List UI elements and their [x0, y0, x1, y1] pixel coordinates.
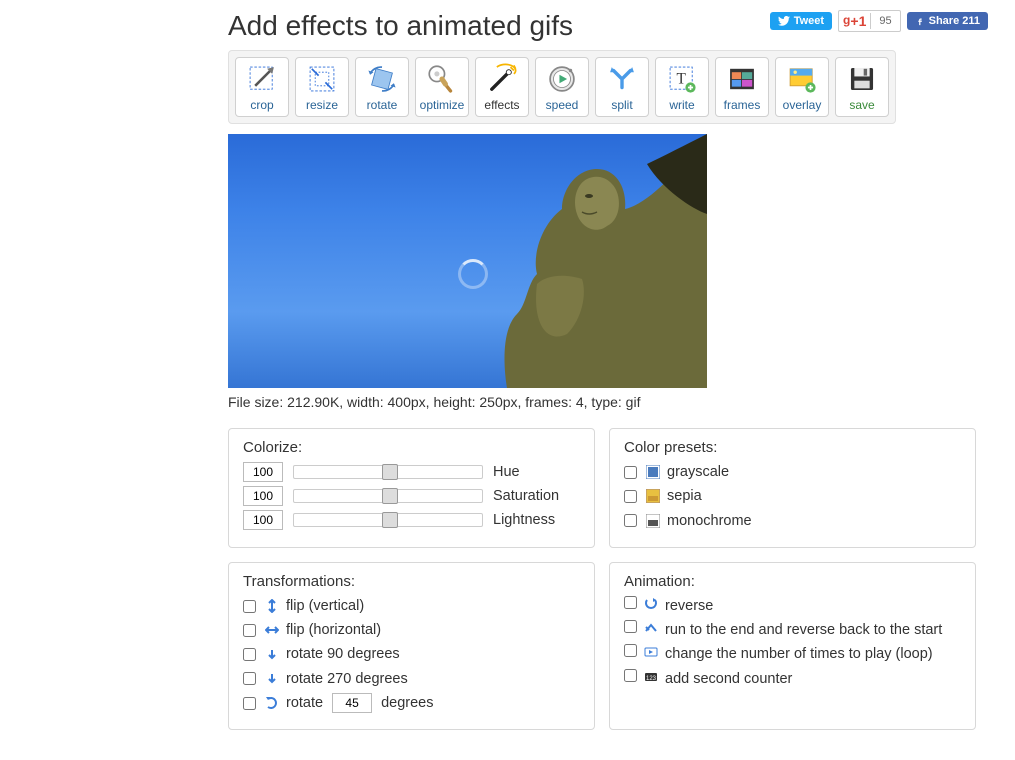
monochrome-checkbox[interactable] — [624, 514, 637, 527]
grayscale-icon — [645, 464, 661, 480]
animation-title: Animation: — [624, 573, 961, 590]
counter-icon: 123 — [643, 669, 659, 685]
loading-spinner — [458, 259, 488, 289]
reverse-icon — [643, 596, 659, 612]
counter-label: add second counter — [665, 669, 961, 689]
lightness-label: Lightness — [493, 512, 555, 528]
panel-animation: Animation: reverse run to the end and re… — [609, 562, 976, 730]
flip-h-checkbox[interactable] — [243, 624, 256, 637]
flip-v-icon — [264, 598, 280, 614]
overlay-icon — [784, 62, 820, 96]
fb-share-button[interactable]: Share 211 — [907, 12, 988, 30]
panel-colorize: Colorize: Hue Saturation Lightness — [228, 428, 595, 548]
boomerang-checkbox[interactable] — [624, 620, 637, 633]
rotate-270-checkbox[interactable] — [243, 672, 256, 685]
effects-icon — [484, 62, 520, 96]
lightness-input[interactable] — [243, 510, 283, 530]
speed-icon — [544, 62, 580, 96]
presets-title: Color presets: — [624, 439, 961, 456]
split-icon — [604, 62, 640, 96]
tool-rotate[interactable]: rotate — [355, 57, 409, 117]
tool-crop[interactable]: crop — [235, 57, 289, 117]
share-buttons: Tweet g+1 95 Share 211 — [770, 10, 988, 32]
hue-label: Hue — [493, 464, 520, 480]
sepia-checkbox[interactable] — [624, 490, 637, 503]
saturation-input[interactable] — [243, 486, 283, 506]
rotate-270-label: rotate 270 degrees — [286, 669, 408, 689]
page-title: Add effects to animated gifs — [228, 10, 573, 42]
toolbar: crop resize rotate optimize effects spee… — [228, 50, 896, 124]
resize-icon — [304, 62, 340, 96]
crop-icon — [244, 62, 280, 96]
monochrome-icon — [645, 513, 661, 529]
sepia-label: sepia — [667, 486, 702, 506]
gplus-count: 95 — [870, 13, 899, 29]
tool-optimize[interactable]: optimize — [415, 57, 469, 117]
gplus-button[interactable]: g+1 95 — [838, 10, 901, 32]
rotate-custom-icon — [264, 695, 280, 711]
hue-input[interactable] — [243, 462, 283, 482]
tweet-button[interactable]: Tweet — [770, 12, 832, 30]
svg-text:123: 123 — [646, 676, 657, 682]
lightness-slider[interactable] — [293, 513, 483, 527]
grayscale-checkbox[interactable] — [624, 466, 637, 479]
fb-count: 211 — [962, 15, 980, 27]
rotate-degrees-input[interactable] — [332, 693, 372, 713]
rotate-270-icon — [264, 671, 280, 687]
frames-icon — [724, 62, 760, 96]
reverse-checkbox[interactable] — [624, 596, 637, 609]
save-icon — [844, 62, 880, 96]
tool-overlay[interactable]: overlay — [775, 57, 829, 117]
reverse-label: reverse — [665, 596, 961, 616]
colorize-title: Colorize: — [243, 439, 580, 456]
hue-slider[interactable] — [293, 465, 483, 479]
tool-write[interactable]: T write — [655, 57, 709, 117]
flip-v-checkbox[interactable] — [243, 600, 256, 613]
optimize-icon — [424, 62, 460, 96]
grayscale-label: grayscale — [667, 462, 729, 482]
write-icon: T — [664, 62, 700, 96]
flip-h-label: flip (horizontal) — [286, 620, 381, 640]
tweet-label: Tweet — [794, 15, 824, 27]
gplus-icon: g+1 — [839, 11, 870, 31]
rotate-90-icon — [264, 647, 280, 663]
transformations-title: Transformations: — [243, 573, 580, 590]
tool-split[interactable]: split — [595, 57, 649, 117]
boomerang-label: run to the end and reverse back to the s… — [665, 620, 961, 640]
preview-statue — [447, 134, 707, 388]
loop-label: change the number of times to play (loop… — [665, 644, 961, 664]
image-preview — [228, 134, 707, 388]
rotate-custom-suffix: degrees — [381, 693, 433, 713]
flip-h-icon — [264, 622, 280, 638]
twitter-icon — [778, 16, 790, 26]
sepia-icon — [645, 488, 661, 504]
flip-v-label: flip (vertical) — [286, 596, 364, 616]
rotate-90-checkbox[interactable] — [243, 648, 256, 661]
tool-frames[interactable]: frames — [715, 57, 769, 117]
tool-effects[interactable]: effects — [475, 57, 529, 117]
rotate-custom-checkbox[interactable] — [243, 697, 256, 710]
monochrome-label: monochrome — [667, 511, 752, 531]
rotate-90-label: rotate 90 degrees — [286, 644, 400, 664]
loop-icon — [643, 644, 659, 660]
tool-save[interactable]: save — [835, 57, 889, 117]
counter-checkbox[interactable] — [624, 669, 637, 682]
fb-label: Share — [929, 15, 960, 27]
facebook-icon — [915, 16, 925, 26]
panel-transformations: Transformations: flip (vertical) flip (h… — [228, 562, 595, 730]
rotate-icon — [364, 62, 400, 96]
svg-text:T: T — [676, 70, 686, 87]
loop-checkbox[interactable] — [624, 644, 637, 657]
tool-resize[interactable]: resize — [295, 57, 349, 117]
rotate-custom-prefix: rotate — [286, 693, 323, 713]
saturation-slider[interactable] — [293, 489, 483, 503]
tool-speed[interactable]: speed — [535, 57, 589, 117]
panel-presets: Color presets: grayscale sepia monochrom… — [609, 428, 976, 548]
saturation-label: Saturation — [493, 488, 559, 504]
file-meta: File size: 212.90K, width: 400px, height… — [228, 394, 988, 410]
boomerang-icon — [643, 620, 659, 636]
